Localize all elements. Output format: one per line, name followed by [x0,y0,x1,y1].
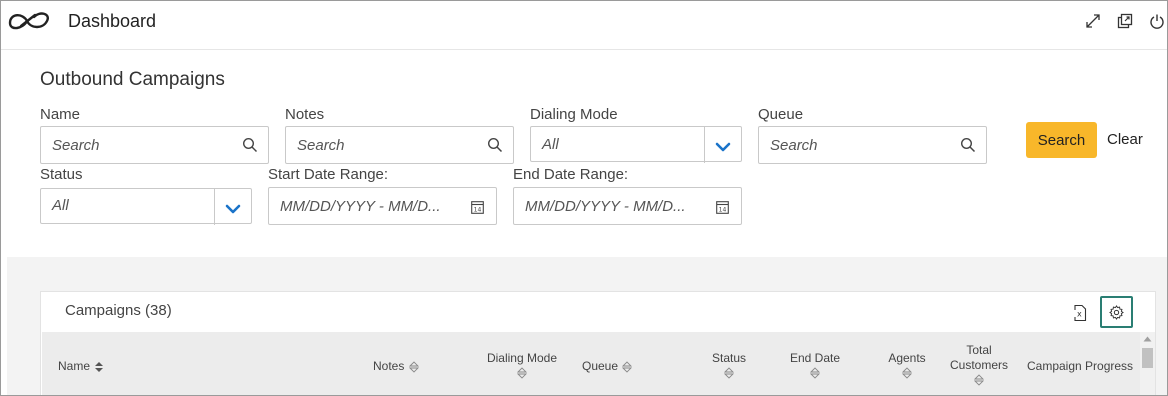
app-window: Dashboard Outbound Campaigns Name Search… [0,0,1168,396]
table-scrollbar[interactable] [1140,332,1155,395]
column-header-total-customers[interactable]: Total Customers [946,343,1012,391]
calendar-icon[interactable]: 14 [716,200,729,214]
column-header-dialing-mode[interactable]: Dialing Mode [484,351,560,384]
queue-placeholder: Search [770,137,818,154]
column-label: Dialing Mode [486,351,558,365]
table-settings-button[interactable] [1100,296,1133,328]
status-label: Status [40,166,83,183]
chevron-down-icon[interactable] [715,140,731,152]
name-label: Name [40,106,81,123]
chevron-down-icon[interactable] [225,202,241,214]
campaigns-title: Campaigns (38) [65,302,172,319]
column-header-name[interactable]: Name [58,359,105,374]
search-button[interactable]: Search [1026,122,1097,158]
sort-icon [622,361,633,373]
column-label: Queue [582,359,619,373]
svg-text:14: 14 [719,207,727,214]
queue-label: Queue [758,106,804,123]
logo-icon [7,9,53,38]
end-date-placeholder: MM/DD/YYYY - MM/D... [525,198,686,215]
sort-icon [723,367,735,379]
app-title: Dashboard [68,11,157,31]
name-search-input[interactable]: Search [40,126,269,164]
column-header-queue[interactable]: Queue [582,359,633,374]
search-icon [487,137,503,153]
end-date-label: End Date Range: [513,166,629,183]
column-header-campaign-progress[interactable]: Campaign Progress [1027,359,1139,374]
select-divider [704,127,705,163]
popout-icon[interactable] [1117,13,1133,29]
export-excel-icon[interactable]: x [1071,304,1087,322]
queue-search-input[interactable]: Search [758,126,987,164]
sort-icon [973,374,985,386]
svg-text:x: x [1077,310,1082,319]
top-bar: Dashboard [1,1,1167,50]
select-divider [214,189,215,225]
column-label: Agents [888,351,926,365]
dialing-mode-label: Dialing Mode [530,106,618,123]
sort-icon [809,367,821,379]
notes-search-input[interactable]: Search [285,126,514,164]
sort-icon [408,361,419,373]
status-select[interactable]: All [40,188,252,225]
search-icon [960,137,976,153]
column-header-end-date[interactable]: End Date [786,351,844,384]
column-label: Notes [373,359,405,373]
column-label-line-2: Customers [949,358,1008,372]
column-label: End Date [789,351,841,365]
end-date-input[interactable]: MM/DD/YYYY - MM/D... 14 [513,187,742,225]
scrollbar-thumb[interactable] [1142,348,1153,368]
notes-label: Notes [285,106,325,123]
gear-icon [1109,305,1124,320]
column-label-line-1: Total [966,343,992,357]
column-label: Campaign Progress [1027,359,1134,373]
status-value: All [52,197,69,214]
table-header: Name Notes Dialing Mode Queue Status End… [42,332,1140,395]
column-label: Status [711,351,747,365]
dialing-mode-select[interactable]: All [530,126,742,163]
power-icon[interactable] [1149,13,1165,29]
name-placeholder: Search [52,137,100,154]
scroll-up-arrow-icon[interactable] [1143,336,1152,342]
sort-icon [95,361,104,372]
start-date-placeholder: MM/DD/YYYY - MM/D... [280,198,441,215]
column-header-notes[interactable]: Notes [373,359,420,374]
sort-icon [901,367,913,379]
campaigns-card: Campaigns (38) x Name Notes Dialing Mode… [40,291,1156,395]
svg-text:14: 14 [474,207,482,214]
expand-icon[interactable] [1085,13,1101,29]
column-header-status[interactable]: Status [706,351,752,384]
dialing-mode-value: All [542,136,559,153]
search-icon [242,137,258,153]
page-title: Outbound Campaigns [40,69,225,90]
start-date-label: Start Date Range: [268,166,389,183]
column-header-agents[interactable]: Agents [882,351,932,384]
sort-icon [516,367,528,379]
column-label: Name [58,359,91,373]
start-date-input[interactable]: MM/DD/YYYY - MM/D... 14 [268,187,497,225]
calendar-icon[interactable]: 14 [471,200,484,214]
notes-placeholder: Search [297,137,345,154]
clear-button[interactable]: Clear [1107,122,1143,158]
